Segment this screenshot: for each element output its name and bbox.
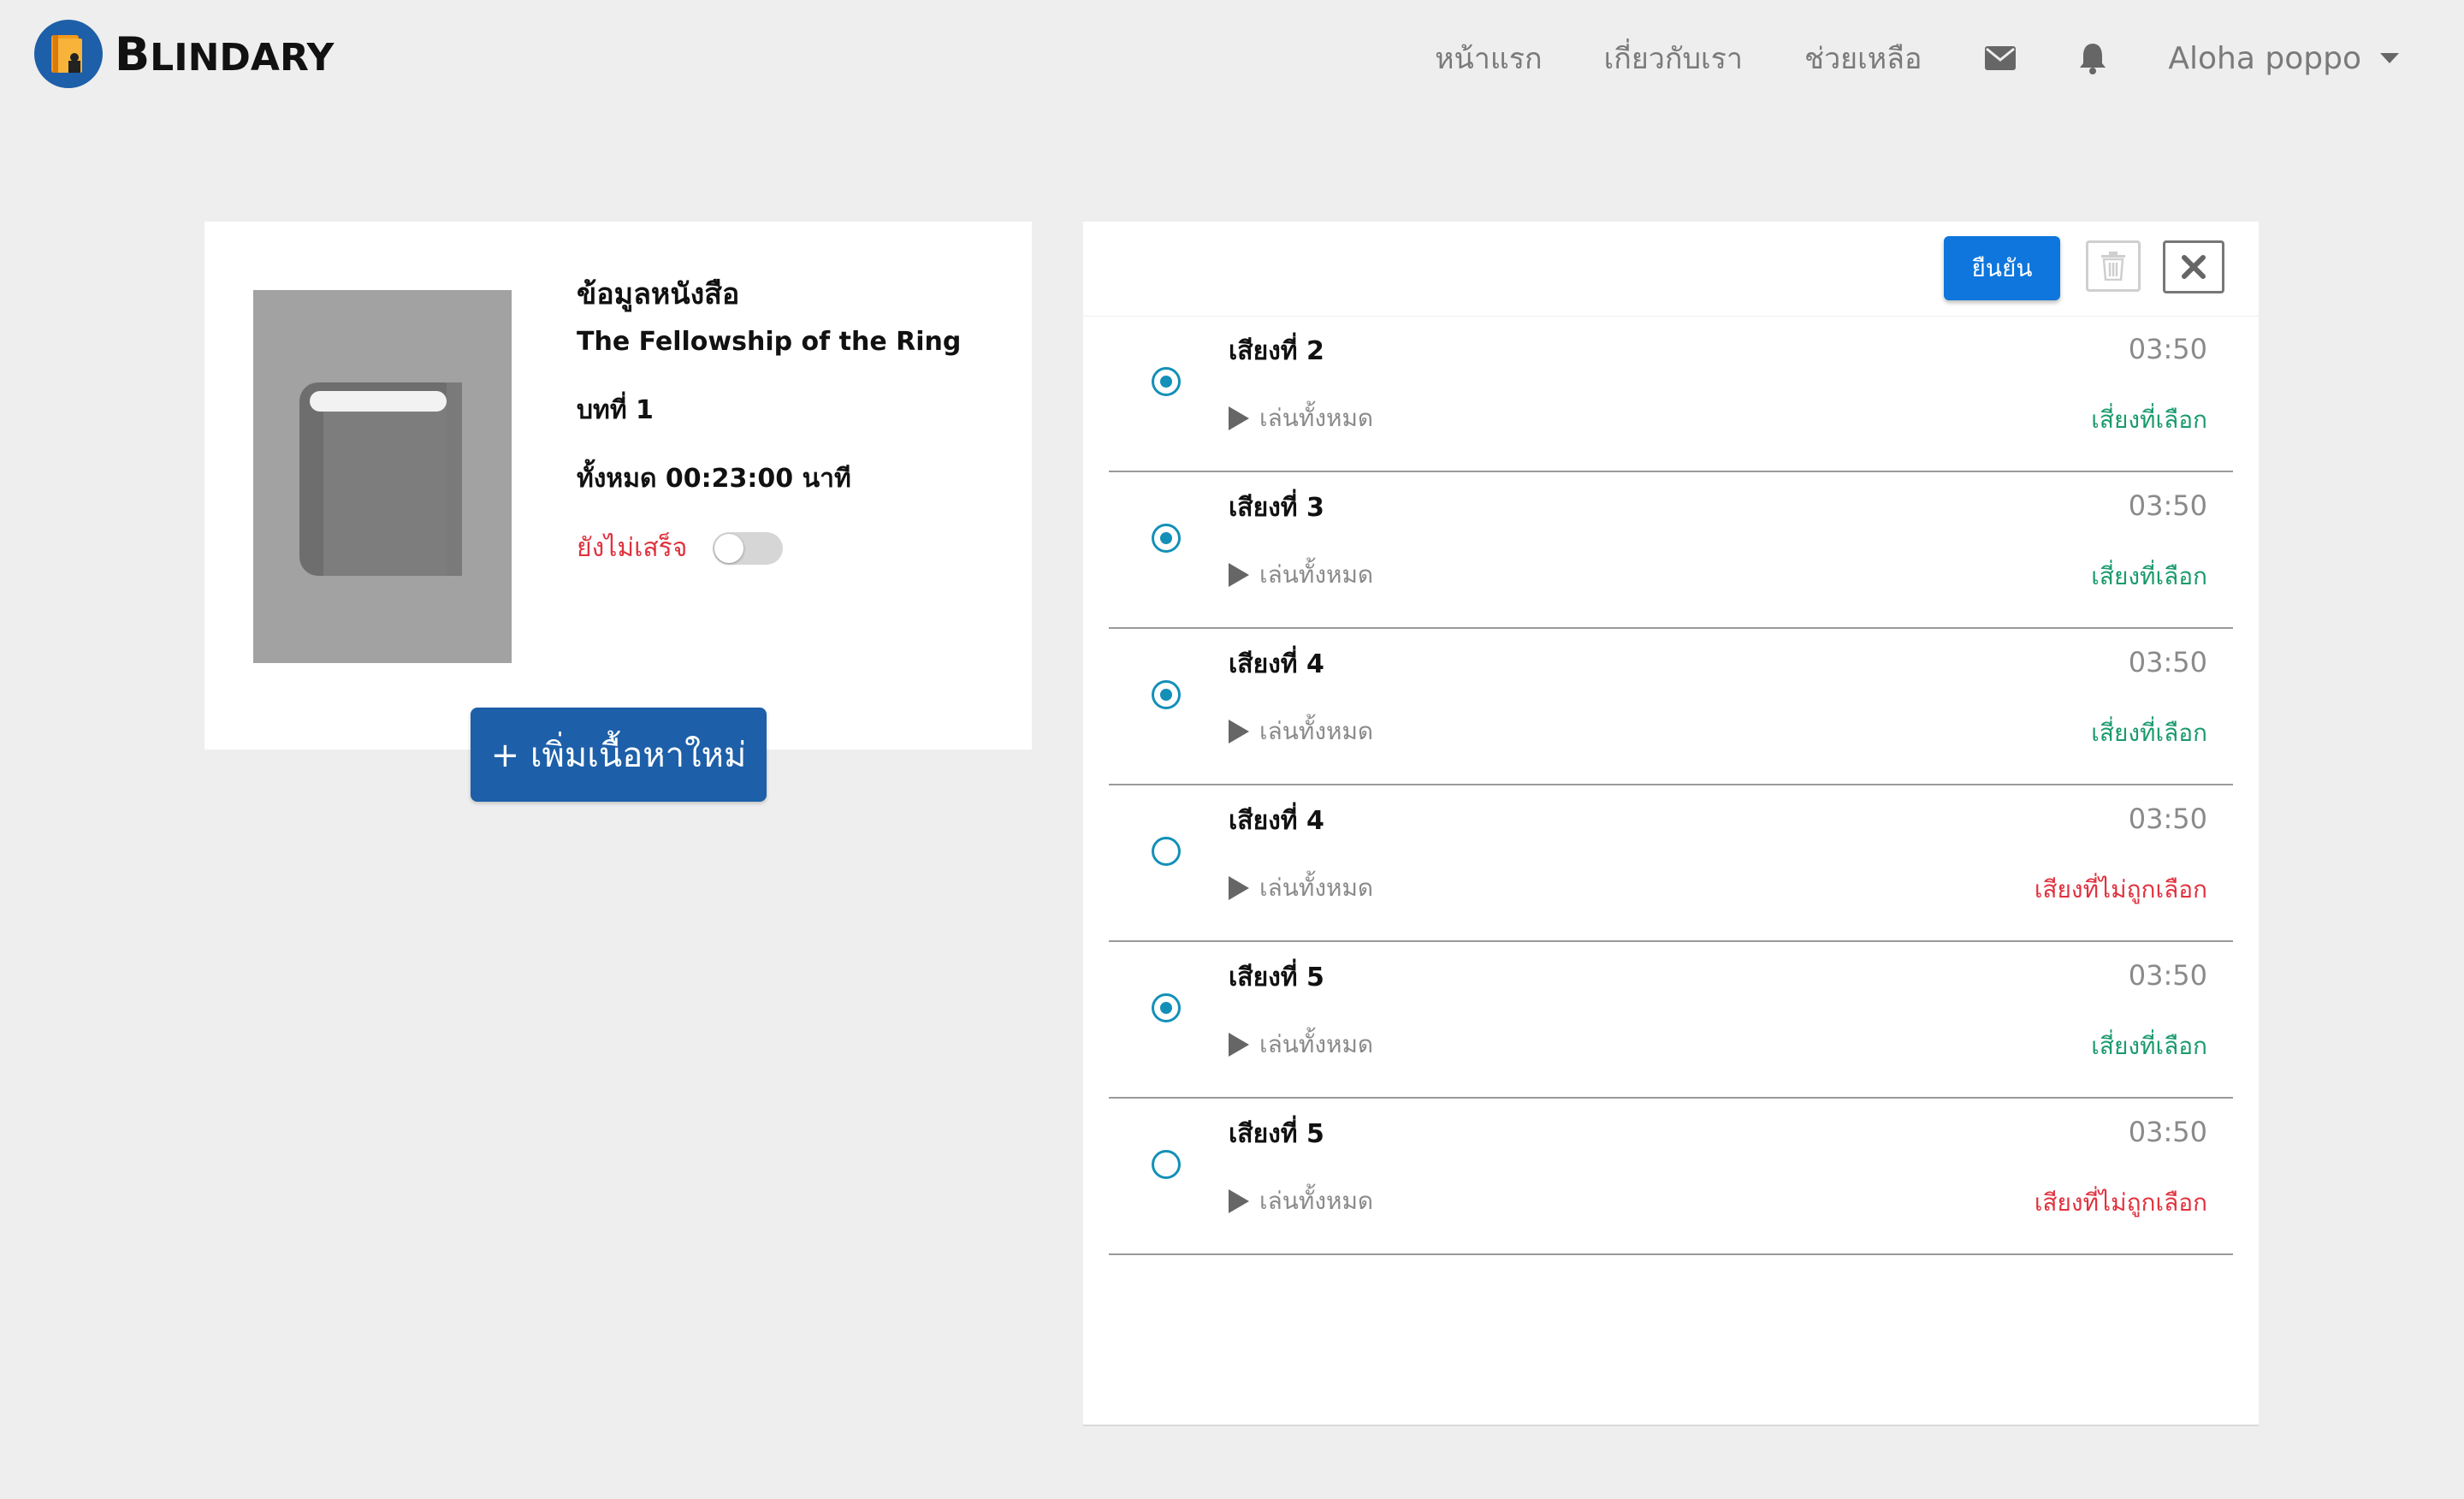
audio-duration: 03:50 (2128, 646, 2207, 678)
book-info-heading: ข้อมูลหนังสือ (577, 277, 740, 311)
brand-name: BLINDARY (115, 27, 335, 81)
audio-list-item: เสียงที่ 4 03:50 เล่นทั้งหมด เสี่ยงที่เล… (1109, 629, 2233, 785)
play-icon (1229, 1033, 1249, 1057)
audio-duration: 03:50 (2128, 489, 2207, 522)
play-all-button[interactable]: เล่นทั้งหมด (1229, 1182, 1373, 1220)
play-icon (1229, 720, 1249, 744)
play-all-button[interactable]: เล่นทั้งหมด (1229, 400, 1373, 437)
audio-status: เสี่ยงที่เลือก (2091, 719, 2207, 747)
status-text: ยังไม่เสร็จ (577, 533, 688, 563)
audio-status: เสี่ยงที่เลือก (2091, 1032, 2207, 1060)
envelope-icon[interactable] (1983, 41, 2017, 75)
status-toggle[interactable] (713, 531, 784, 565)
audio-status: เสียงที่ไม่ถูกเลือก (2034, 875, 2207, 904)
user-menu[interactable]: Aloha poppo (2168, 41, 2399, 76)
nav-link-help[interactable]: ช่วยเหลือ (1804, 35, 1922, 81)
play-icon (1229, 876, 1249, 900)
audio-name: เสียงที่ 4 (1229, 649, 1324, 679)
audio-list: เสียงที่ 2 03:50 เล่นทั้งหมด เสี่ยงที่เล… (1109, 316, 2233, 1255)
audio-select-radio[interactable] (1152, 1150, 1181, 1179)
chevron-down-icon (2380, 53, 2399, 63)
audio-select-radio[interactable] (1152, 367, 1181, 396)
audio-toolbar: ยืนยัน (1083, 222, 2259, 317)
audio-select-radio[interactable] (1152, 993, 1181, 1022)
bell-icon[interactable] (2076, 41, 2110, 75)
book-logo-icon (34, 20, 103, 88)
play-all-button[interactable]: เล่นทั้งหมด (1229, 713, 1373, 750)
play-all-label: เล่นทั้งหมด (1259, 1187, 1374, 1215)
audio-list-item: เสียงที่ 4 03:50 เล่นทั้งหมด เสียงที่ไม่… (1109, 785, 2233, 942)
audio-duration: 03:50 (2128, 803, 2207, 835)
play-all-label: เล่นทั้งหมด (1259, 560, 1374, 589)
close-button[interactable] (2163, 240, 2224, 293)
confirm-button[interactable]: ยืนยัน (1944, 236, 2060, 300)
book-icon (299, 382, 462, 576)
audio-duration: 03:50 (2128, 333, 2207, 365)
nav-link-home[interactable]: หน้าแรก (1435, 35, 1543, 81)
book-cover (253, 290, 512, 663)
audio-list-item: เสียงที่ 5 03:50 เล่นทั้งหมด เสี่ยงที่เล… (1109, 942, 2233, 1099)
audio-status: เสี่ยงที่เลือก (2091, 562, 2207, 590)
audio-name: เสียงที่ 4 (1229, 806, 1324, 836)
audio-panel: ยืนยัน เสียงที่ 2 03:50 เล่นทั้งหมด เสี่… (1083, 222, 2259, 1426)
top-nav: หน้าแรก เกี่ยวกับเรา ช่วยเหลือ Aloha pop… (1435, 31, 2464, 86)
play-icon (1229, 406, 1249, 430)
trash-icon (2101, 252, 2125, 281)
status-row: ยังไม่เสร็จ (577, 528, 1022, 568)
play-all-label: เล่นทั้งหมด (1259, 874, 1374, 902)
audio-select-radio[interactable] (1152, 524, 1181, 553)
user-name: Aloha poppo (2168, 40, 2361, 76)
book-total-duration: ทั้งหมด 00:23:00 นาที (577, 464, 851, 494)
audio-duration: 03:50 (2128, 959, 2207, 992)
book-title: The Fellowship of the Ring (577, 327, 962, 357)
nav-link-about[interactable]: เกี่ยวกับเรา (1604, 35, 1743, 81)
audio-duration: 03:50 (2128, 1116, 2207, 1148)
audio-status: เสี่ยงที่เลือก (2091, 406, 2207, 434)
audio-name: เสียงที่ 5 (1229, 963, 1324, 992)
play-all-label: เล่นทั้งหมด (1259, 717, 1374, 745)
audio-name: เสียงที่ 2 (1229, 336, 1324, 366)
audio-list-item: เสียงที่ 5 03:50 เล่นทั้งหมด เสียงที่ไม่… (1109, 1099, 2233, 1255)
play-all-button[interactable]: เล่นทั้งหมด (1229, 869, 1373, 907)
book-details: ข้อมูลหนังสือ The Fellowship of the Ring… (577, 273, 1022, 568)
play-all-label: เล่นทั้งหมด (1259, 404, 1374, 432)
toggle-knob (714, 533, 744, 563)
audio-list-item: เสียงที่ 3 03:50 เล่นทั้งหมด เสี่ยงที่เล… (1109, 472, 2233, 629)
play-icon (1229, 1189, 1249, 1213)
brand[interactable]: BLINDARY (34, 19, 334, 89)
audio-list-item: เสียงที่ 2 03:50 เล่นทั้งหมด เสี่ยงที่เล… (1109, 316, 2233, 472)
play-all-button[interactable]: เล่นทั้งหมด (1229, 1026, 1373, 1064)
audio-select-radio[interactable] (1152, 837, 1181, 866)
play-all-label: เล่นทั้งหมด (1259, 1030, 1374, 1058)
close-icon (2182, 255, 2206, 279)
book-info-card: ข้อมูลหนังสือ The Fellowship of the Ring… (204, 222, 1032, 750)
delete-button[interactable] (2086, 240, 2141, 292)
audio-select-radio[interactable] (1152, 680, 1181, 709)
audio-name: เสียงที่ 3 (1229, 493, 1324, 523)
audio-name: เสียงที่ 5 (1229, 1119, 1324, 1149)
play-icon (1229, 563, 1249, 587)
audio-status: เสียงที่ไม่ถูกเลือก (2034, 1188, 2207, 1217)
add-content-button[interactable]: + เพิ่มเนื้อหาใหม่ (471, 708, 767, 802)
book-chapter: บทที่ 1 (577, 395, 654, 425)
play-all-button[interactable]: เล่นทั้งหมด (1229, 556, 1373, 594)
